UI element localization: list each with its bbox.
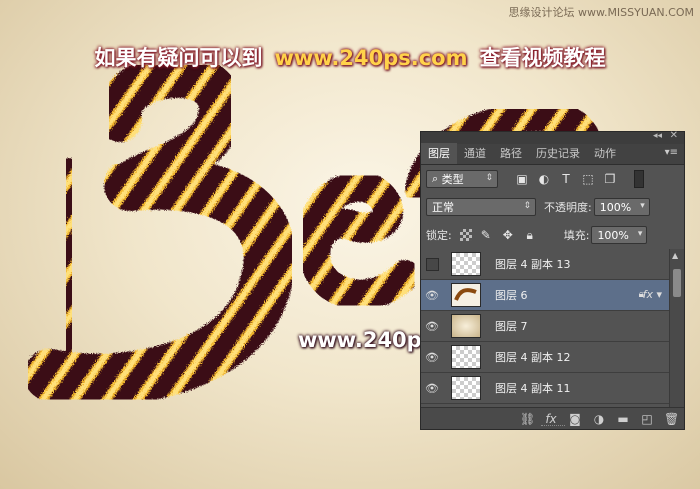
banner-url: www.240ps.com <box>274 46 468 70</box>
eye-icon[interactable]: 👁︎ <box>421 382 443 395</box>
fx-icon[interactable]: fx <box>544 412 558 426</box>
opacity-label: 不透明度: <box>544 201 592 214</box>
banner-text-left: 如果有疑问可以到 <box>94 46 263 70</box>
eye-icon[interactable]: 👁︎ <box>421 320 443 333</box>
layer-row[interactable]: 👁︎ 图层 4 副本 12 <box>421 342 672 373</box>
tab-layers[interactable]: 图层 <box>421 143 457 164</box>
new-layer-icon[interactable]: ◰ <box>640 412 654 426</box>
filter-row: ⌕ 类型 ⇕ ▣ ◐ T ⬚ ❐ <box>421 165 684 193</box>
lock-all-icon[interactable]: 🔒︎ <box>522 227 538 243</box>
opacity-field[interactable]: 100% ▾ <box>593 198 650 216</box>
layer-thumbnail <box>451 376 481 400</box>
trash-icon[interactable]: 🗑︎ <box>664 412 679 426</box>
scroll-up-icon[interactable]: ▲ <box>672 251 678 260</box>
lock-move-icon[interactable]: ✥ <box>500 227 516 243</box>
layer-row[interactable]: 图层 4 副本 13 <box>421 249 672 280</box>
layer-name: 图层 6 <box>495 289 528 302</box>
mask-icon[interactable]: ◙ <box>568 412 582 426</box>
bee-thumbnail-icon <box>454 288 477 301</box>
filter-kind-select[interactable]: ⌕ 类型 ⇕ <box>426 170 498 188</box>
link-icon[interactable]: ⛓ <box>520 412 535 426</box>
resize-grip[interactable] <box>541 425 565 429</box>
filter-shape-icon[interactable]: ⬚ <box>580 171 596 187</box>
hidden-box-icon <box>425 257 439 271</box>
collapse-icon[interactable]: ◂◂ <box>653 131 662 141</box>
adjustment-icon[interactable]: ◑ <box>592 412 606 426</box>
layer-thumbnail <box>451 283 481 307</box>
layer-row[interactable]: 👁︎ 图层 7 <box>421 311 672 342</box>
lock-brush-icon[interactable]: ✎ <box>478 227 494 243</box>
panel-footer: ⛓ fx ◙ ◑ ▬ ◰ 🗑︎ <box>421 407 684 429</box>
layer-name: 图层 4 副本 12 <box>495 351 571 364</box>
eye-icon[interactable]: 👁︎ <box>421 351 443 364</box>
lock-label: 锁定: <box>426 229 452 242</box>
layer-name: 图层 4 副本 13 <box>495 258 571 271</box>
tutorial-banner: 如果有疑问可以到 www.240ps.com 查看视频教程 <box>0 42 700 72</box>
layer-thumbnail <box>451 252 481 276</box>
layers-scrollbar[interactable]: ▲ <box>669 249 684 407</box>
search-icon: ⌕ <box>432 172 442 185</box>
filter-type-icon[interactable]: T <box>558 171 574 187</box>
fill-field[interactable]: 100% ▾ <box>591 226 648 244</box>
spinner-icon: ⇕ <box>485 173 493 183</box>
layer-thumbnail <box>451 314 481 338</box>
layers-panel: ◂◂ ✕ 图层 通道 路径 历史记录 动作 ▾≡ ⌕ 类型 ⇕ ▣ ◐ T ⬚ ❐… <box>420 130 685 430</box>
tab-history[interactable]: 历史记录 <box>529 143 587 164</box>
site-watermark: 思缘设计论坛 www.MISSYUAN.COM <box>508 6 694 19</box>
spinner-icon: ⇕ <box>523 201 531 211</box>
close-icon[interactable]: ✕ <box>670 130 678 141</box>
fill-label: 填充: <box>563 229 590 242</box>
panel-menu-icon[interactable]: ▾≡ <box>665 147 678 158</box>
lock-row: 锁定: ✎ ✥ 🔒︎ 填充: 100% ▾ <box>421 221 684 249</box>
fx-icon[interactable]: fx ▾ <box>643 288 662 301</box>
filter-adjustment-icon[interactable]: ◐ <box>536 171 552 187</box>
tab-channels[interactable]: 通道 <box>457 143 493 164</box>
blend-mode-select[interactable]: 正常 ⇕ <box>426 198 536 216</box>
layer-name: 图层 7 <box>495 320 528 333</box>
folder-icon[interactable]: ▬ <box>616 412 630 426</box>
eye-icon[interactable]: 👁︎ <box>421 289 443 302</box>
layer-thumbnail <box>451 345 481 369</box>
lock-transparent-icon[interactable] <box>459 229 472 241</box>
banner-text-right: 查看视频教程 <box>479 46 606 70</box>
layer-row[interactable]: 👁︎ 图层 4 副本 11 <box>421 373 672 404</box>
scroll-thumb[interactable] <box>673 269 681 297</box>
panel-tabs: 图层 通道 路径 历史记录 动作 ▾≡ <box>421 143 684 165</box>
tab-actions[interactable]: 动作 <box>587 143 623 164</box>
chevron-down-icon: ▾ <box>640 201 645 211</box>
layer-row-selected[interactable]: 👁︎ 图层 6 🔒︎ fx ▾ <box>421 280 672 311</box>
blend-row: 正常 ⇕ 不透明度: 100% ▾ <box>421 193 684 221</box>
filter-pixel-icon[interactable]: ▣ <box>514 171 530 187</box>
visibility-toggle[interactable] <box>421 257 443 271</box>
filter-smartobject-icon[interactable]: ❐ <box>602 171 618 187</box>
layer-name: 图层 4 副本 11 <box>495 382 571 395</box>
chevron-down-icon: ▾ <box>637 229 643 239</box>
filter-toggle-icon[interactable] <box>634 170 644 188</box>
tab-paths[interactable]: 路径 <box>493 143 529 164</box>
layers-list: 图层 4 副本 13 👁︎ 图层 6 🔒︎ fx ▾ 👁︎ 图层 7 👁︎ 图层… <box>421 249 672 407</box>
